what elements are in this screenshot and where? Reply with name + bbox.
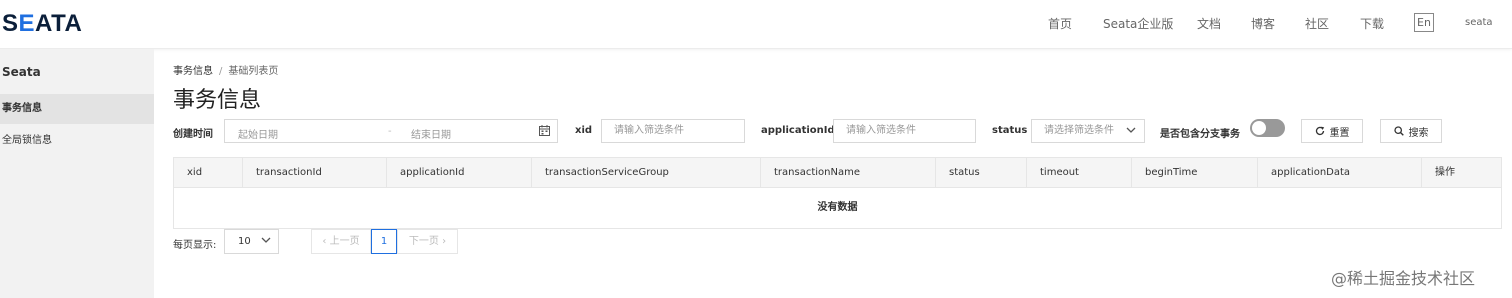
breadcrumb: 事务信息 / 基础列表页 (173, 62, 278, 77)
status-label: status (992, 125, 1028, 136)
chevron-left-icon: ‹ (322, 236, 327, 247)
end-date-input[interactable]: 结束日期 (411, 126, 451, 141)
date-range-picker[interactable]: 起始日期 - 结束日期 (224, 119, 558, 143)
sidebar-item-global-lock[interactable]: 全局锁信息 (0, 126, 154, 156)
transactions-table: xid transactionId applicationId transact… (173, 157, 1502, 229)
status-select-value: 请选择筛选条件 (1044, 125, 1114, 136)
application-id-input[interactable]: 请输入筛选条件 (833, 119, 976, 143)
reset-button[interactable]: 重置 (1301, 119, 1363, 143)
logo-text: SEATA (2, 10, 83, 37)
prev-page-button[interactable]: ‹ 上一页 (311, 229, 371, 254)
search-button-label: 搜索 (1408, 127, 1429, 139)
status-select[interactable]: 请选择筛选条件 (1031, 119, 1145, 143)
chevron-down-icon (261, 236, 271, 244)
xid-label: xid (575, 125, 593, 136)
top-navbar: SEATA 首页 Seata企业版 文档 博客 社区 下载 En seata (0, 0, 1512, 49)
column-header-timeout: timeout (1027, 158, 1132, 187)
nav-blog[interactable]: 博客 (1251, 15, 1275, 32)
page-size-value: 10 (238, 236, 251, 247)
column-header-xid: xid (174, 158, 243, 187)
watermark: @稀土掘金技术社区 (1331, 269, 1476, 288)
column-header-transaction-id: transactionId (243, 158, 387, 187)
breadcrumb-separator: / (219, 66, 223, 77)
application-id-label: applicationId (761, 125, 835, 136)
breadcrumb-parent[interactable]: 事务信息 (173, 66, 213, 77)
user-name[interactable]: seata (1465, 17, 1493, 28)
range-separator: - (388, 126, 392, 137)
calendar-icon[interactable] (539, 125, 550, 136)
branch-toggle-label: 是否包含分支事务 (1160, 129, 1240, 140)
column-header-begin-time: beginTime (1132, 158, 1258, 187)
nav-download[interactable]: 下载 (1360, 15, 1384, 32)
create-time-label: 创建时间 (173, 129, 213, 140)
next-page-button[interactable]: 下一页 › (397, 229, 458, 254)
next-page-label: 下一页 (408, 236, 439, 247)
search-icon (1393, 126, 1404, 136)
nav-community[interactable]: 社区 (1305, 15, 1329, 32)
refresh-icon (1315, 126, 1325, 136)
sidebar-item-transactions[interactable]: 事务信息 (0, 94, 154, 124)
column-header-application-id: applicationId (387, 158, 532, 187)
sidebar: Seata 事务信息 全局锁信息 (0, 49, 154, 298)
nav-home[interactable]: 首页 (1048, 15, 1072, 32)
branch-toggle[interactable] (1250, 119, 1285, 137)
nav-docs[interactable]: 文档 (1197, 15, 1221, 32)
search-button[interactable]: 搜索 (1380, 119, 1442, 143)
seata-logo[interactable]: SEATA (2, 10, 82, 38)
sidebar-title: Seata (2, 65, 41, 79)
column-header-application-data: applicationData (1258, 158, 1422, 187)
breadcrumb-current: 基础列表页 (228, 66, 279, 77)
column-header-status: status (936, 158, 1027, 187)
column-header-actions: 操作 (1435, 167, 1455, 178)
reset-button-label: 重置 (1329, 127, 1350, 139)
xid-input[interactable]: 请输入筛选条件 (601, 119, 745, 143)
language-switch[interactable]: En (1414, 13, 1434, 32)
page-number-current[interactable]: 1 (371, 229, 397, 254)
nav-enterprise[interactable]: Seata企业版 (1103, 15, 1173, 32)
page-size-label: 每页显示: (173, 240, 217, 251)
table-header: xid transactionId applicationId transact… (174, 158, 1501, 188)
column-header-transaction-name: transactionName (761, 158, 936, 187)
chevron-down-icon (1126, 126, 1136, 134)
page-size-select[interactable]: 10 (224, 229, 279, 254)
column-header-transaction-service-group: transactionServiceGroup (532, 158, 761, 187)
prev-page-label: 上一页 (329, 236, 360, 247)
table-empty-message: 没有数据 (817, 202, 858, 213)
chevron-right-icon: › (442, 236, 447, 247)
page-title: 事务信息 (173, 88, 262, 113)
start-date-input[interactable]: 起始日期 (238, 126, 278, 141)
